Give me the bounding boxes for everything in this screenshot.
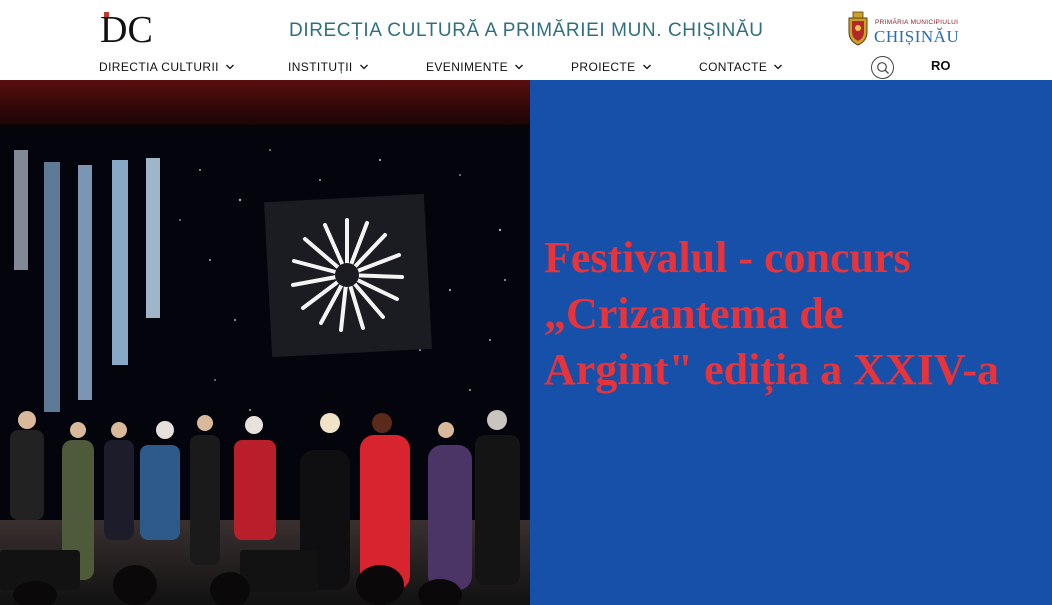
nav-label: EVENIMENTE [426,60,509,74]
main-nav: DIRECTIA CULTURII INSTITUȚII EVENIMENTE … [0,60,1052,78]
chevron-down-icon [359,64,368,70]
dc-logo[interactable]: DC [100,8,162,50]
chevron-down-icon [642,64,651,70]
nav-item-institutii[interactable]: INSTITUȚII [288,60,369,74]
chisinau-city-hall-logo[interactable]: PRIMĂRIA MUNICIPIULUI CHIȘINĂU [846,10,960,50]
festival-title: Festivalul - concurs „Crizantema de Argi… [544,230,1049,398]
nav-label: DIRECTIA CULTURII [99,60,219,74]
hero-banner[interactable]: Festivalul - concurs „Crizantema de Argi… [530,80,1052,605]
site-title[interactable]: DIRECȚIA CULTURĂ A PRIMĂRIEI MUN. CHIȘIN… [289,20,764,42]
stage-photo-illustration [0,80,530,605]
city-crest-icon [848,11,868,46]
nav-label: PROIECTE [571,60,636,74]
language-switcher[interactable]: RO [931,58,951,73]
crest-caption: PRIMĂRIA MUNICIPIULUI [875,19,959,26]
chevron-down-icon [515,64,523,70]
festival-title-line-1: Festivalul - concurs [544,233,911,282]
search-button[interactable] [871,56,894,79]
crest-city-name: CHIȘINĂU [874,27,960,46]
nav-item-directia-culturii[interactable]: DIRECTIA CULTURII [99,60,235,74]
chevron-down-icon [774,64,783,70]
festival-title-line-3: Argint" ediția a XXIV-a [544,345,1000,394]
chevron-down-icon [225,64,234,70]
festival-title-line-2: „Crizantema de [544,289,844,338]
site-header: DC DIRECȚIA CULTURĂ A PRIMĂRIEI MUN. CHI… [0,0,1052,80]
nav-item-evenimente[interactable]: EVENIMENTE [426,60,524,74]
nav-item-proiecte[interactable]: PROIECTE [571,60,652,74]
hero-photo [0,80,530,605]
search-icon [876,61,889,74]
nav-label: INSTITUȚII [288,60,353,74]
nav-label: CONTACTE [699,60,768,74]
nav-item-contacte[interactable]: CONTACTE [699,60,783,74]
